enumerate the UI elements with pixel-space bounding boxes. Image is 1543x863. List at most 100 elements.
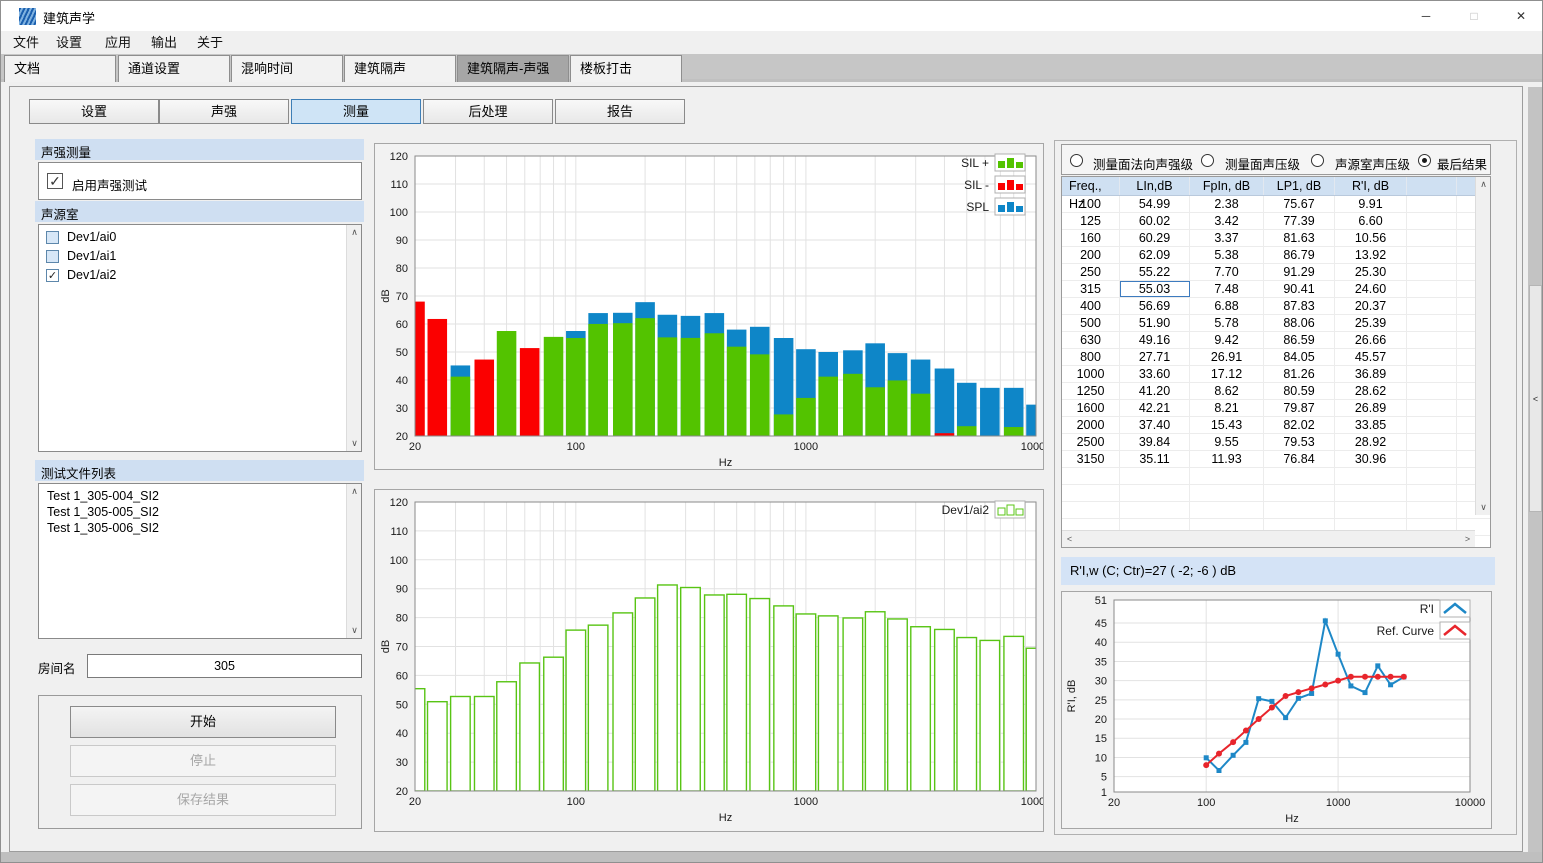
table-cell[interactable]: 3150 [1062,451,1120,467]
table-cell[interactable]: 1000 [1062,366,1120,382]
table-cell[interactable]: 88.06 [1264,315,1335,331]
table-cell[interactable]: 9.91 [1335,196,1407,212]
table-cell[interactable]: 7.48 [1190,281,1264,297]
table-cell[interactable]: 7.70 [1190,264,1264,280]
table-cell[interactable]: 315 [1062,281,1120,297]
table-cell[interactable]: 87.83 [1264,298,1335,314]
minimize-button-icon[interactable]: ─ [1403,1,1449,31]
table-cell[interactable]: 55.03 [1120,281,1190,297]
subtab-setup[interactable]: 设置 [29,99,159,124]
table-cell[interactable]: 125 [1062,213,1120,229]
table-cell[interactable]: 35.11 [1120,451,1190,467]
menu-file[interactable]: 文件 [7,31,45,54]
table-cell[interactable] [1407,383,1457,399]
radio-normal-intensity[interactable] [1070,154,1083,167]
device-item[interactable]: Dev1/ai1 [39,247,361,266]
table-cell[interactable]: 82.02 [1264,417,1335,433]
table-cell[interactable]: 86.79 [1264,247,1335,263]
table-cell[interactable]: 62.09 [1120,247,1190,263]
table-cell[interactable]: 75.67 [1264,196,1335,212]
table-cell[interactable]: 27.71 [1120,349,1190,365]
device-checkbox[interactable] [46,231,59,244]
scroll-up-icon[interactable]: ∧ [347,225,362,240]
table-cell[interactable] [1407,213,1457,229]
table-cell[interactable]: 37.40 [1120,417,1190,433]
table-cell[interactable] [1407,281,1457,297]
table-cell[interactable] [1407,332,1457,348]
table-cell[interactable]: 250 [1062,264,1120,280]
close-button-icon[interactable]: ✕ [1498,1,1543,31]
table-cell[interactable]: 77.39 [1264,213,1335,229]
radio-final-result[interactable] [1418,154,1431,167]
scroll-up-icon[interactable]: ∧ [1476,177,1491,192]
table-cell[interactable]: 8.62 [1190,383,1264,399]
table-cell[interactable]: 24.60 [1335,281,1407,297]
file-item[interactable]: Test 1_305-006_SI2 [39,520,361,536]
table-cell[interactable]: 630 [1062,332,1120,348]
table-cell[interactable]: 36.89 [1335,366,1407,382]
table-cell[interactable]: 9.42 [1190,332,1264,348]
device-item[interactable]: Dev1/ai0 [39,228,361,247]
table-cell[interactable]: 81.63 [1264,230,1335,246]
scroll-down-icon[interactable]: ∨ [347,623,362,638]
table-cell[interactable] [1407,400,1457,416]
table-cell[interactable]: 13.92 [1335,247,1407,263]
table-cell[interactable]: 400 [1062,298,1120,314]
table-cell[interactable]: 5.38 [1190,247,1264,263]
subtab-postprocess[interactable]: 后处理 [423,99,553,124]
table-cell[interactable]: 100 [1062,196,1120,212]
table-cell[interactable]: 81.26 [1264,366,1335,382]
table-header-cell[interactable]: LIn,dB [1120,177,1190,195]
table-cell[interactable]: 2500 [1062,434,1120,450]
menu-apply[interactable]: 应用 [99,31,137,54]
table-cell[interactable]: 84.05 [1264,349,1335,365]
table-header-cell[interactable]: LP1, dB [1264,177,1335,195]
collapse-panel-button[interactable]: < [1529,285,1542,512]
tab-reverberation-time[interactable]: 混响时间 [231,55,343,82]
start-button[interactable]: 开始 [70,706,336,738]
save-results-button[interactable]: 保存结果 [70,784,336,816]
table-cell[interactable]: 80.59 [1264,383,1335,399]
table-cell[interactable]: 45.57 [1335,349,1407,365]
table-header-cell[interactable]: R'I, dB [1335,177,1407,195]
table-cell[interactable]: 79.53 [1264,434,1335,450]
tab-floor-impact[interactable]: 楼板打击 [570,55,682,82]
table-cell[interactable]: 33.60 [1120,366,1190,382]
table-cell[interactable]: 56.69 [1120,298,1190,314]
table-hscrollbar[interactable]: < > [1062,530,1475,547]
table-cell[interactable]: 15.43 [1190,417,1264,433]
table-cell[interactable]: 28.62 [1335,383,1407,399]
table-cell[interactable]: 49.16 [1120,332,1190,348]
table-cell[interactable]: 10.56 [1335,230,1407,246]
table-cell[interactable]: 26.66 [1335,332,1407,348]
scroll-left-icon[interactable]: < [1062,532,1077,547]
table-cell[interactable]: 25.39 [1335,315,1407,331]
table-cell[interactable]: 51.90 [1120,315,1190,331]
table-cell[interactable]: 30.96 [1335,451,1407,467]
table-cell[interactable]: 6.88 [1190,298,1264,314]
radio-surface-spl[interactable] [1201,154,1214,167]
stop-button[interactable]: 停止 [70,745,336,777]
tab-building-insulation[interactable]: 建筑隔声 [344,55,456,82]
table-cell[interactable] [1407,230,1457,246]
device-list-scrollbar[interactable]: ∧ ∨ [346,225,361,451]
table-cell[interactable]: 54.99 [1120,196,1190,212]
table-cell[interactable]: 26.89 [1335,400,1407,416]
table-cell[interactable] [1407,315,1457,331]
table-cell[interactable]: 3.37 [1190,230,1264,246]
table-cell[interactable]: 20.37 [1335,298,1407,314]
tab-channel-setup[interactable]: 通道设置 [118,55,230,82]
table-header-cell[interactable]: Freq., Hz [1062,177,1120,195]
table-cell[interactable] [1407,434,1457,450]
table-cell[interactable]: 800 [1062,349,1120,365]
enable-intensity-checkbox[interactable]: ✓ [47,173,63,189]
table-cell[interactable]: 28.92 [1335,434,1407,450]
scroll-up-icon[interactable]: ∧ [347,484,362,499]
table-cell[interactable]: 2000 [1062,417,1120,433]
table-vscrollbar[interactable]: ∧ ∨ [1475,177,1490,515]
table-cell[interactable]: 1250 [1062,383,1120,399]
maximize-button-icon[interactable]: □ [1451,1,1497,31]
table-cell[interactable]: 17.12 [1190,366,1264,382]
table-cell[interactable] [1407,196,1457,212]
table-cell[interactable] [1407,366,1457,382]
